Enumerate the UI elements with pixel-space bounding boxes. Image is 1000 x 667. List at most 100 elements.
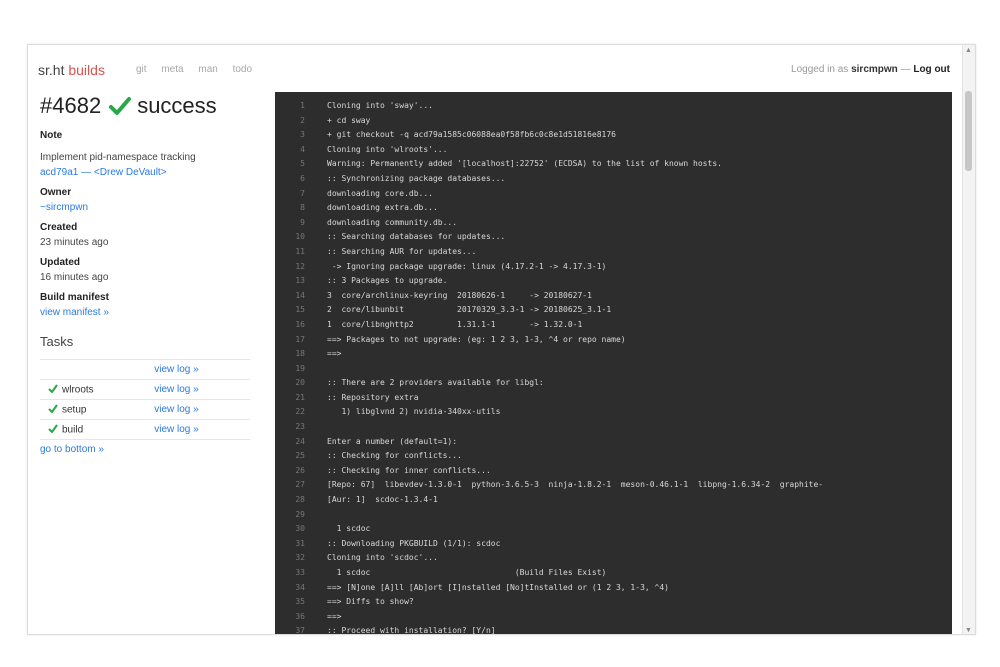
log-line-number[interactable]: 5: [275, 157, 305, 172]
log-line-number[interactable]: 19: [275, 362, 305, 377]
log-line-number[interactable]: 7: [275, 187, 305, 202]
log-line-number[interactable]: 13: [275, 274, 305, 289]
note-label: Note: [40, 130, 63, 141]
log-line-text: [Aur: 1] scdoc-1.3.4-1: [327, 495, 438, 505]
log-line: 19: [275, 362, 952, 377]
log-line-number[interactable]: 36: [275, 610, 305, 625]
log-line-number[interactable]: 31: [275, 537, 305, 552]
log-line-number[interactable]: 11: [275, 245, 305, 260]
view-log-link[interactable]: view log »: [154, 424, 198, 435]
log-line-number[interactable]: 18: [275, 347, 305, 362]
log-line-text: :: Checking for inner conflicts...: [327, 465, 491, 475]
log-line: 2 + cd sway: [275, 114, 952, 129]
log-line: 22 1) libglvnd 2) nvidia-340xx-utils: [275, 405, 952, 420]
log-line-text: + git checkout -q acd79a1585c06088ea0f58…: [327, 130, 616, 140]
log-line-number[interactable]: 37: [275, 624, 305, 634]
log-line-number[interactable]: 35: [275, 595, 305, 610]
nav-link-man[interactable]: man: [198, 64, 217, 75]
nav-links: git meta man todo: [136, 64, 264, 75]
log-line: 12 -> Ignoring package upgrade: linux (4…: [275, 260, 952, 275]
scroll-down-arrow-icon[interactable]: ▼: [965, 627, 972, 634]
view-manifest-link[interactable]: view manifest »: [40, 307, 260, 318]
log-line-number[interactable]: 12: [275, 260, 305, 275]
log-line-number[interactable]: 24: [275, 435, 305, 450]
log-line-number[interactable]: 4: [275, 143, 305, 158]
log-line-number[interactable]: 29: [275, 508, 305, 523]
created-value: 23 minutes ago: [40, 237, 109, 248]
log-line-text: ==> [N]one [A]ll [Ab]ort [I]nstalled [No…: [327, 582, 669, 592]
log-line: 14 3 core/archlinux-keyring 20180626-1 ->…: [275, 289, 952, 304]
log-line-number[interactable]: 15: [275, 303, 305, 318]
log-line-number[interactable]: 28: [275, 493, 305, 508]
owner-link[interactable]: ~sircmpwn: [40, 202, 260, 213]
go-to-bottom-link[interactable]: go to bottom »: [40, 444, 260, 455]
log-line-number[interactable]: 9: [275, 216, 305, 231]
log-line-text: downloading community.db...: [327, 217, 458, 227]
brand-accent: builds: [68, 62, 105, 78]
log-line-number[interactable]: 21: [275, 391, 305, 406]
log-line-number[interactable]: 16: [275, 318, 305, 333]
username[interactable]: sircmpwn: [851, 64, 898, 75]
log-line: 9 downloading community.db...: [275, 216, 952, 231]
log-line-text: :: Synchronizing package databases...: [327, 173, 506, 183]
log-line-number[interactable]: 32: [275, 551, 305, 566]
table-row: view log »: [40, 359, 250, 380]
view-log-link[interactable]: view log »: [154, 384, 198, 395]
table-row: setup view log »: [40, 399, 250, 420]
scroll-up-arrow-icon[interactable]: ▲: [965, 47, 972, 54]
log-line-number[interactable]: 30: [275, 522, 305, 537]
log-line-number[interactable]: 20: [275, 376, 305, 391]
task-name: setup: [62, 404, 87, 416]
log-line: 13:: 3 Packages to upgrade.: [275, 274, 952, 289]
log-line-number[interactable]: 34: [275, 581, 305, 596]
tasks-heading: Tasks: [40, 334, 74, 349]
log-line-number[interactable]: 2: [275, 114, 305, 129]
log-line: 11:: Searching AUR for updates...: [275, 245, 952, 260]
commit-link[interactable]: acd79a1 — <Drew DeVault>: [40, 167, 260, 178]
task-name: build: [62, 424, 84, 436]
log-line: 37:: Proceed with installation? [Y/n]: [275, 624, 952, 634]
log-line-text: 1 core/libnghttp2 1.31.1-1 -> 1.32.0-1: [327, 319, 583, 329]
log-line-number[interactable]: 17: [275, 333, 305, 348]
logout-link[interactable]: Log out: [913, 64, 950, 75]
view-log-link[interactable]: view log »: [154, 364, 198, 375]
log-line: 28 [Aur: 1] scdoc-1.3.4-1: [275, 493, 952, 508]
log-line-number[interactable]: 10: [275, 230, 305, 245]
log-line-number[interactable]: 1: [275, 99, 305, 114]
scrollbar-thumb[interactable]: [965, 91, 972, 171]
page-scrollbar[interactable]: ▲ ▼: [962, 45, 975, 634]
nav-link-todo[interactable]: todo: [233, 64, 252, 75]
log-line: 17 ==> Packages to not upgrade: (eg: 1 2 …: [275, 333, 952, 348]
log-line-number[interactable]: 14: [275, 289, 305, 304]
log-line-text: Enter a number (default=1):: [327, 436, 458, 446]
build-log-terminal[interactable]: 1 Cloning into 'sway'... 2 + cd sway 3 + git …: [275, 92, 952, 634]
log-line: 10:: Searching databases for updates...: [275, 230, 952, 245]
log-line-number[interactable]: 23: [275, 420, 305, 435]
log-line-text: :: Searching AUR for updates...: [327, 246, 477, 256]
checkmark-icon: [109, 96, 132, 116]
log-line: 8 downloading extra.db...: [275, 201, 952, 216]
log-line-number[interactable]: 26: [275, 464, 305, 479]
log-line: 32 Cloning into 'scdoc'...: [275, 551, 952, 566]
job-id: #4682: [40, 93, 102, 118]
log-line-number[interactable]: 25: [275, 449, 305, 464]
brand-logo[interactable]: sr.ht builds: [38, 62, 105, 78]
log-line-text: [Repo: 67] libevdev-1.3.0-1 python-3.6.5…: [327, 480, 824, 490]
log-line-text: 1) libglvnd 2) nvidia-340xx-utils: [327, 407, 501, 417]
job-status: success: [137, 93, 217, 118]
log-line-number[interactable]: 8: [275, 201, 305, 216]
log-line-text: :: There are 2 providers available for l…: [327, 378, 544, 388]
view-log-link[interactable]: view log »: [154, 404, 198, 415]
log-line-text: 3 core/archlinux-keyring 20180626-1 -> 2…: [327, 290, 592, 300]
log-line-number[interactable]: 33: [275, 566, 305, 581]
log-line: 31:: Downloading PKGBUILD (1/1): scdoc: [275, 537, 952, 552]
log-line-number[interactable]: 3: [275, 128, 305, 143]
owner-label: Owner: [40, 187, 72, 198]
nav-link-meta[interactable]: meta: [161, 64, 183, 75]
log-line-text: [305, 508, 327, 523]
nav-link-git[interactable]: git: [136, 64, 147, 75]
log-line-text: [305, 362, 327, 377]
log-line-number[interactable]: 27: [275, 478, 305, 493]
log-line-number[interactable]: 22: [275, 405, 305, 420]
log-line-number[interactable]: 6: [275, 172, 305, 187]
